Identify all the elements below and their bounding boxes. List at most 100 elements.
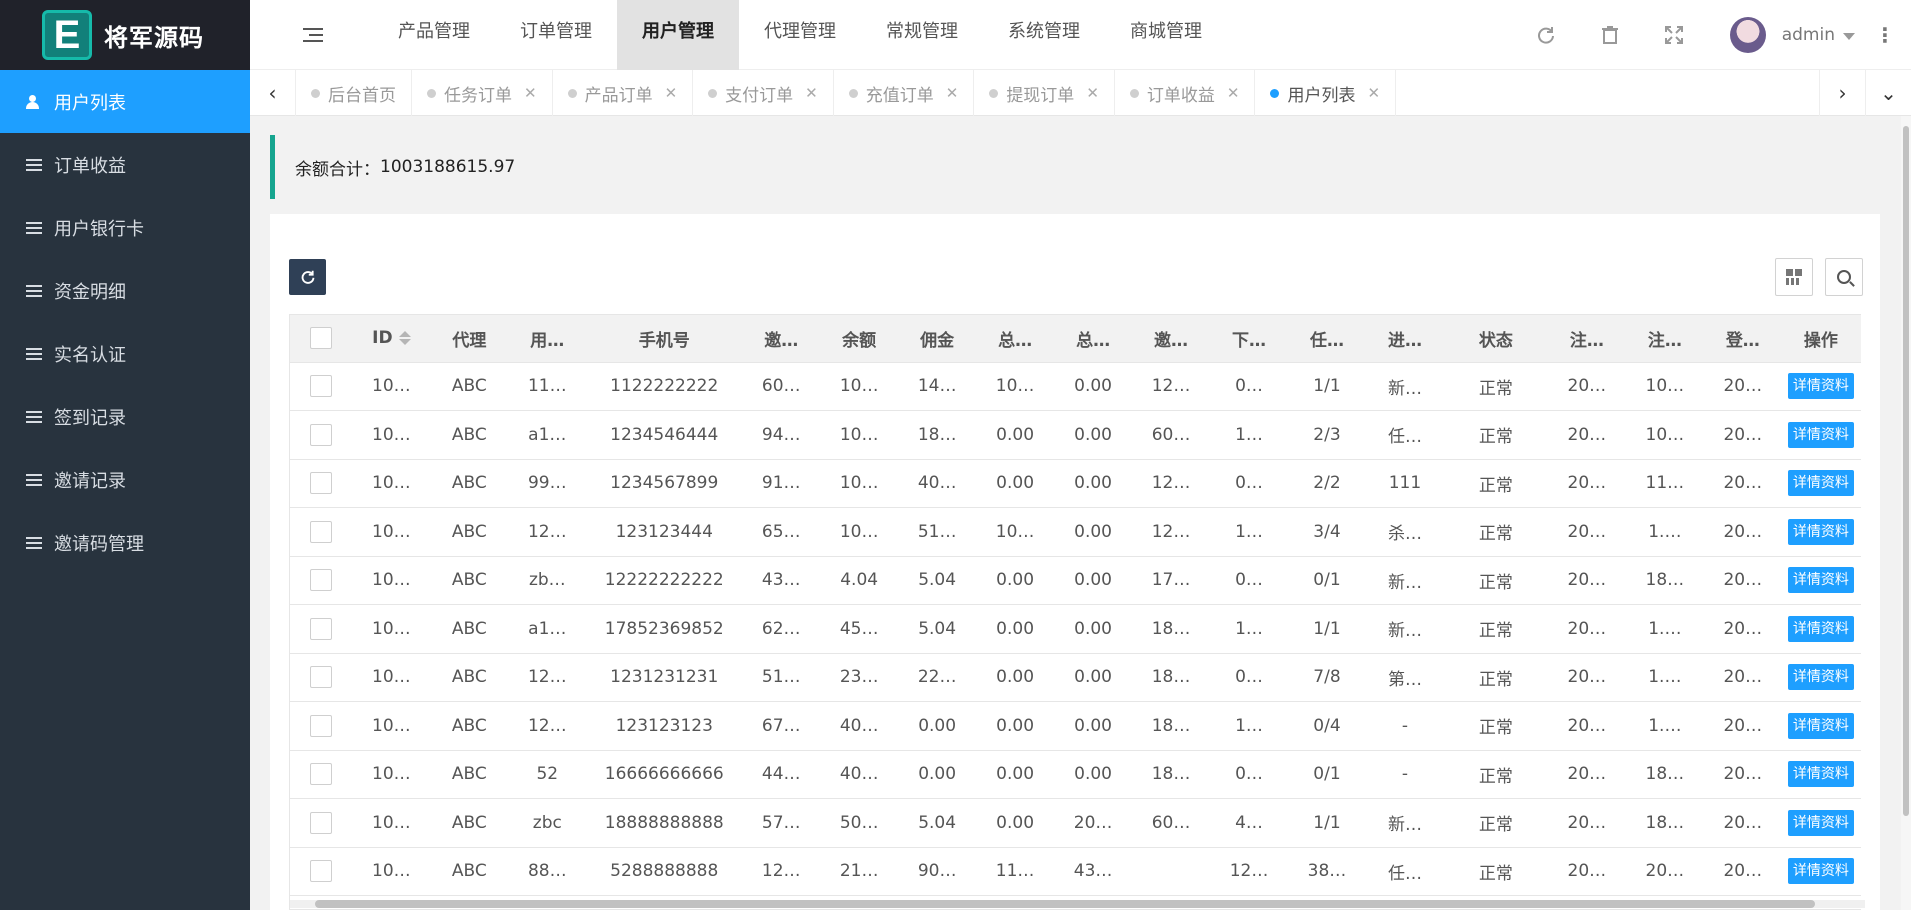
detail-button[interactable]: 详情资料 (1787, 421, 1854, 448)
nav-item-0[interactable]: 产品管理 (373, 0, 495, 70)
table-cell: 1/1 (1288, 604, 1366, 654)
more-icon[interactable]: ⋮ (1875, 23, 1895, 47)
column-header-11[interactable]: 任… (1288, 315, 1366, 363)
username[interactable]: admin (1782, 25, 1835, 45)
close-icon[interactable]: ✕ (1227, 84, 1240, 102)
column-header-5[interactable]: 余额 (820, 315, 899, 363)
chevron-down-icon[interactable] (1843, 33, 1855, 40)
tab-7[interactable]: 用户列表 ✕ (1255, 70, 1397, 116)
sidebar-item-0[interactable]: 用户列表 (0, 70, 250, 133)
detail-button[interactable]: 详情资料 (1787, 470, 1854, 497)
row-select-cell (290, 701, 353, 751)
tab-6[interactable]: 订单收益 ✕ (1115, 70, 1256, 116)
row-checkbox[interactable] (310, 569, 333, 592)
table-cell: 第… (1365, 653, 1444, 702)
table-search-button[interactable] (1825, 258, 1863, 296)
column-header-7[interactable]: 总… (976, 315, 1055, 363)
nav-item-3[interactable]: 代理管理 (739, 0, 861, 70)
column-header-10[interactable]: 下… (1210, 315, 1288, 363)
row-checkbox[interactable] (310, 617, 333, 640)
column-header-17[interactable]: 操作 (1780, 315, 1861, 363)
balance-total-value: 1003188615.97 (380, 157, 516, 177)
row-checkbox[interactable] (310, 860, 333, 883)
column-header-14[interactable]: 注… (1547, 315, 1626, 363)
tab-3[interactable]: 支付订单 ✕ (693, 70, 834, 116)
column-header-2[interactable]: 用… (508, 315, 587, 363)
sidebar-item-5[interactable]: 签到记录 (0, 385, 250, 448)
column-header-15[interactable]: 注… (1625, 315, 1704, 363)
table-cell: 90… (898, 847, 977, 896)
tab-4[interactable]: 充值订单 ✕ (834, 70, 975, 116)
detail-button[interactable]: 详情资料 (1787, 615, 1854, 642)
tab-2[interactable]: 产品订单 ✕ (553, 70, 694, 116)
horizontal-scrollbar[interactable] (290, 898, 1865, 910)
nav-item-2[interactable]: 用户管理 (617, 0, 739, 70)
column-header-6[interactable]: 佣金 (898, 315, 977, 363)
row-checkbox[interactable] (310, 472, 333, 495)
sidebar-item-4[interactable]: 实名认证 (0, 322, 250, 385)
nav-item-4[interactable]: 常规管理 (861, 0, 983, 70)
row-checkbox[interactable] (310, 714, 333, 737)
sidebar-item-label: 资金明细 (54, 281, 126, 303)
trash-icon[interactable] (1578, 3, 1642, 67)
column-header-label: 进… (1387, 330, 1422, 351)
sidebar-item-3[interactable]: 资金明细 (0, 259, 250, 322)
vertical-scrollbar[interactable] (1901, 116, 1911, 910)
row-checkbox[interactable] (310, 520, 333, 543)
column-header-label: 用… (530, 330, 565, 351)
sidebar-item-1[interactable]: 订单收益 (0, 133, 250, 196)
close-icon[interactable]: ✕ (805, 84, 818, 102)
nav-item-1[interactable]: 订单管理 (495, 0, 617, 70)
sidebar-item-2[interactable]: 用户银行卡 (0, 196, 250, 259)
menu-toggle-icon[interactable] (303, 27, 323, 43)
close-icon[interactable]: ✕ (1367, 84, 1380, 102)
column-header-12[interactable]: 进… (1365, 315, 1444, 363)
tab-0[interactable]: 后台首页 (296, 70, 412, 116)
tab-5[interactable]: 提现订单 ✕ (974, 70, 1115, 116)
refresh-icon[interactable] (1514, 3, 1578, 67)
fullscreen-icon[interactable] (1642, 3, 1706, 67)
column-header-4[interactable]: 邀… (742, 315, 821, 363)
row-checkbox[interactable] (310, 423, 333, 446)
logo[interactable]: E 将军源码 (0, 0, 250, 70)
avatar[interactable] (1729, 17, 1766, 53)
table-refresh-button[interactable] (289, 259, 326, 295)
chevron-left-icon[interactable]: ‹ (250, 70, 296, 116)
row-checkbox[interactable] (310, 763, 333, 786)
sidebar-item-6[interactable]: 邀请记录 (0, 448, 250, 511)
tab-1[interactable]: 任务订单 ✕ (412, 70, 553, 116)
column-header-9[interactable]: 邀… (1132, 315, 1211, 363)
column-header-1[interactable]: 代理 (430, 315, 509, 363)
column-header-3[interactable]: 手机号 (586, 315, 743, 363)
column-header-8[interactable]: 总… (1054, 315, 1133, 363)
detail-button[interactable]: 详情资料 (1787, 373, 1854, 400)
detail-button[interactable]: 详情资料 (1787, 858, 1854, 885)
column-header-16[interactable]: 登… (1703, 315, 1782, 363)
close-icon[interactable]: ✕ (1086, 84, 1099, 102)
detail-button[interactable]: 详情资料 (1787, 567, 1854, 594)
chevron-right-icon[interactable]: › (1819, 70, 1865, 116)
sidebar: E 将军源码 用户列表 订单收益 用户银行卡资金明细实名认证 签到记录 邀请记录 邀请码管… (0, 0, 250, 910)
table-cell: 12… (508, 507, 587, 557)
nav-item-5[interactable]: 系统管理 (983, 0, 1105, 70)
nav-item-6[interactable]: 商城管理 (1105, 0, 1227, 70)
row-checkbox[interactable] (310, 811, 333, 834)
columns-filter-button[interactable] (1775, 258, 1813, 296)
column-header-0[interactable]: ID (352, 315, 431, 363)
close-icon[interactable]: ✕ (946, 84, 959, 102)
table-cell: 2/2 (1288, 459, 1366, 508)
row-checkbox[interactable] (310, 375, 333, 398)
column-header-13[interactable]: 状态 (1443, 315, 1548, 363)
detail-button[interactable]: 详情资料 (1787, 518, 1854, 545)
detail-button[interactable]: 详情资料 (1787, 761, 1854, 788)
select-all-checkbox[interactable] (310, 327, 333, 350)
tab-menu-chevron-down-icon[interactable]: ⌄ (1865, 70, 1911, 116)
sidebar-item-7[interactable]: 邀请码管理 (0, 511, 250, 574)
close-icon[interactable]: ✕ (524, 84, 537, 102)
detail-button[interactable]: 详情资料 (1787, 712, 1854, 739)
detail-button[interactable]: 详情资料 (1787, 664, 1854, 691)
row-checkbox[interactable] (310, 666, 333, 689)
detail-button[interactable]: 详情资料 (1787, 809, 1854, 836)
sort-icon[interactable] (398, 331, 411, 346)
close-icon[interactable]: ✕ (665, 84, 678, 102)
